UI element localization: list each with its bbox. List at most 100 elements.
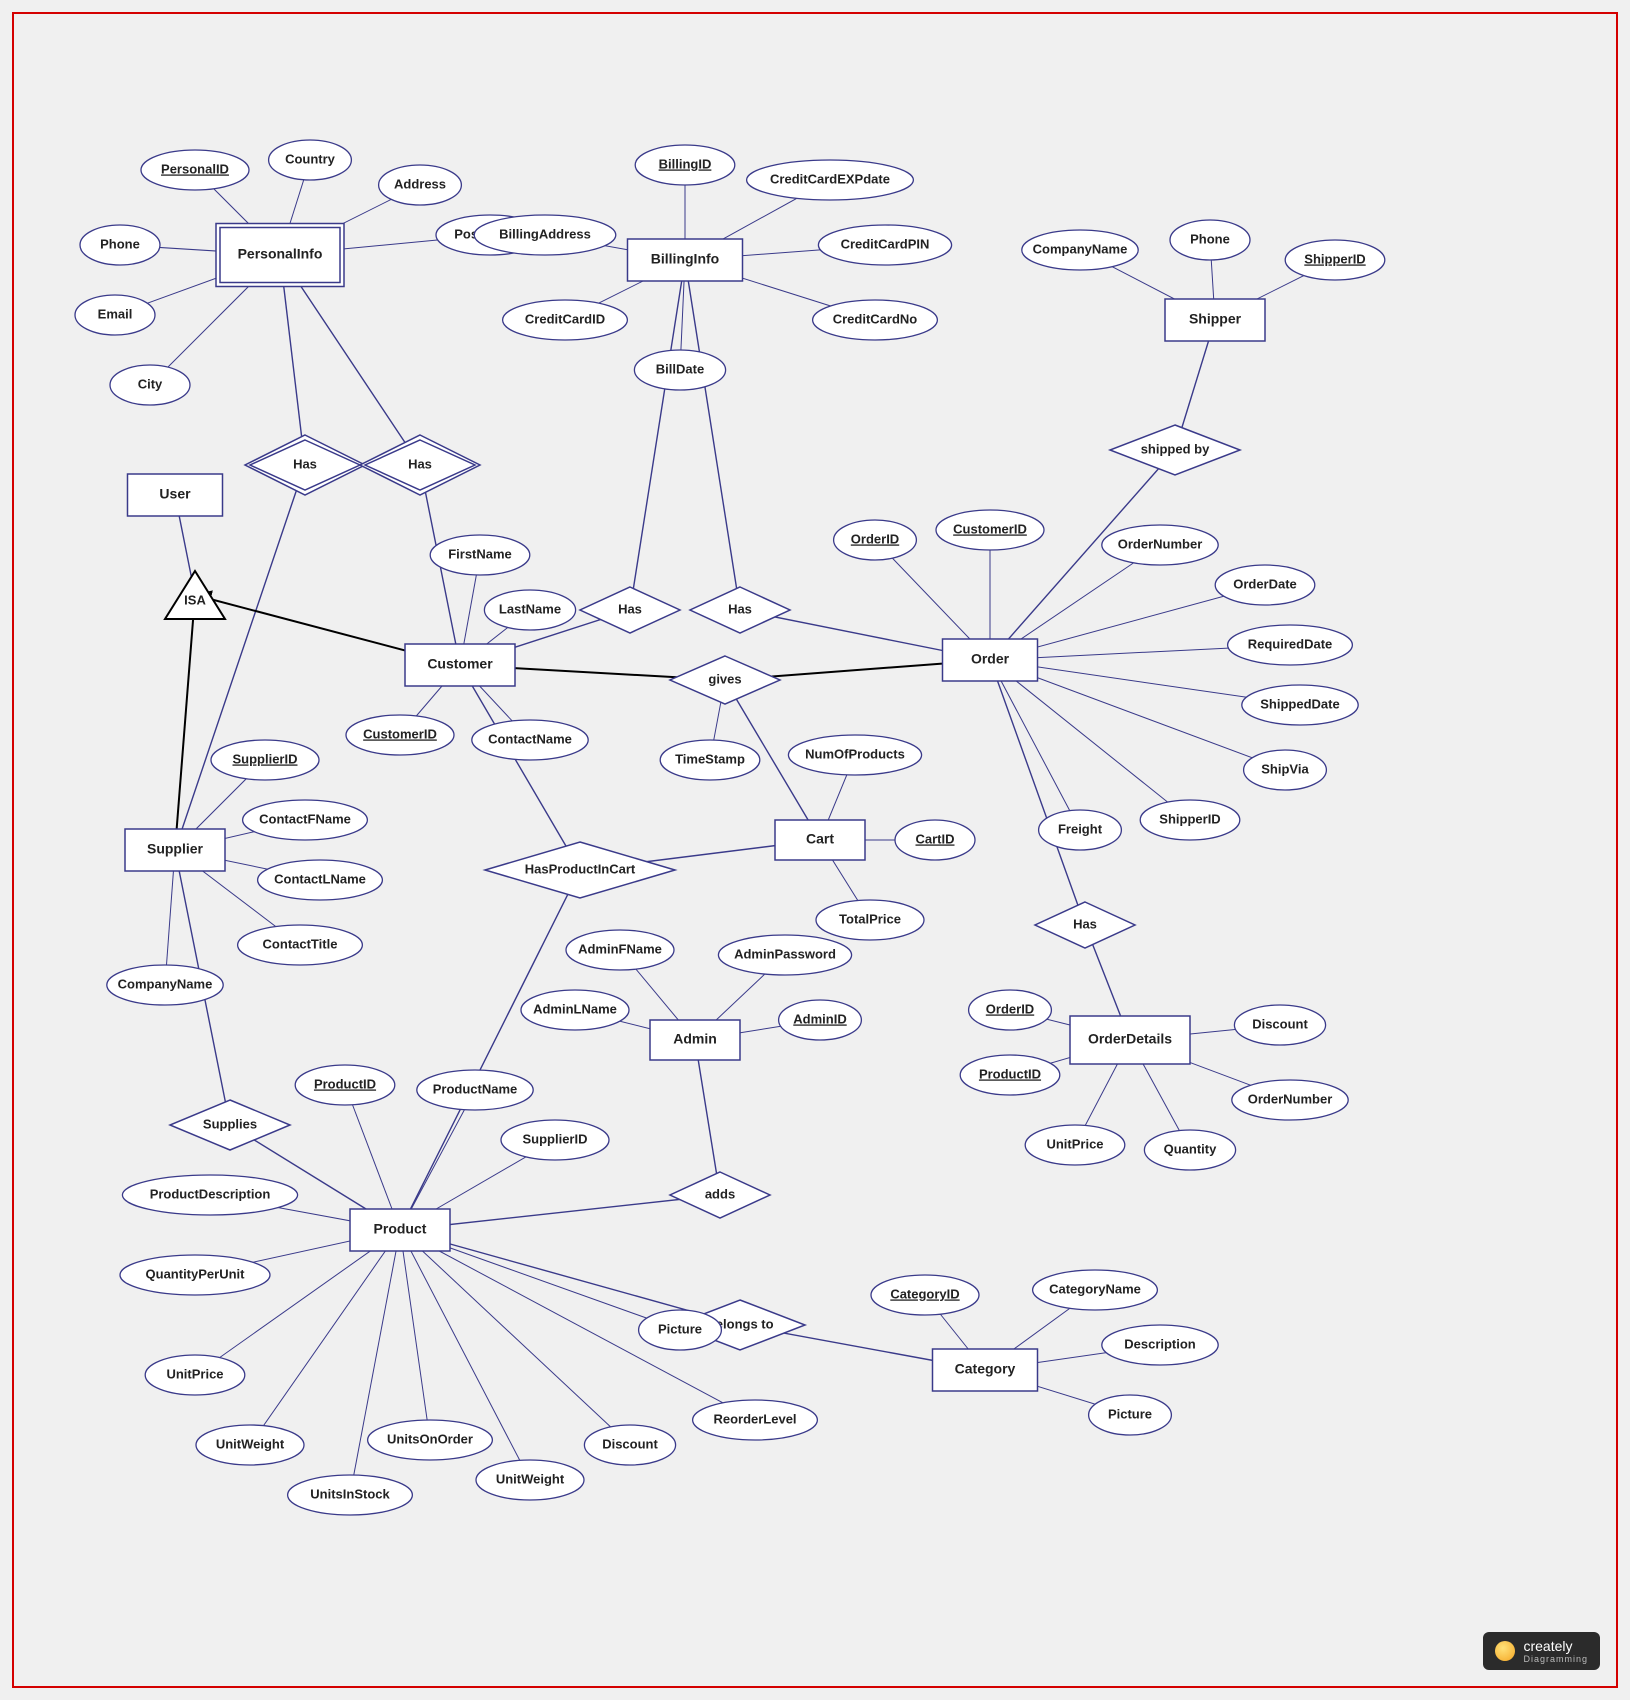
attr-edge-OR_Freight <box>990 660 1080 830</box>
attribute-BI_CreditCardNo[interactable]: CreditCardNo <box>813 300 938 340</box>
entity-Order[interactable]: Order <box>943 639 1038 681</box>
relationship-label-Has_BI_Cust: Has <box>618 601 642 616</box>
attribute-PI_Address[interactable]: Address <box>379 165 462 205</box>
attribute-CU_LastName[interactable]: LastName <box>484 590 575 630</box>
relationship-Has_PI_Cust[interactable]: Has <box>245 435 365 495</box>
entity-User[interactable]: User <box>128 474 223 516</box>
attribute-CU_CustomerID[interactable]: CustomerID <box>346 715 454 755</box>
attribute-BI_BillingID[interactable]: BillingID <box>635 145 735 185</box>
edge-Supplier-isa <box>175 595 195 850</box>
attribute-OD_Quantity[interactable]: Quantity <box>1144 1130 1235 1170</box>
attribute-OR_ShipperID[interactable]: ShipperID <box>1140 800 1240 840</box>
entity-Cart[interactable]: Cart <box>775 820 865 860</box>
relationship-adds[interactable]: adds <box>670 1172 770 1218</box>
relationship-Has_PI_Supp[interactable]: Has <box>360 435 480 495</box>
entity-Shipper[interactable]: Shipper <box>1165 299 1265 341</box>
relationship-HasProductInCart[interactable]: HasProductInCart <box>485 842 675 898</box>
attribute-PR_SupplierID[interactable]: SupplierID <box>501 1120 609 1160</box>
relationship-gives[interactable]: gives <box>670 656 780 704</box>
attribute-PI_City[interactable]: City <box>110 365 190 405</box>
entity-PersonalInfo[interactable]: PersonalInfo <box>216 224 344 287</box>
attribute-SU_ContactLName[interactable]: ContactLName <box>258 860 383 900</box>
attribute-OD_ProductID[interactable]: ProductID <box>960 1055 1060 1095</box>
attribute-BI_CreditCardEXPdate[interactable]: CreditCardEXPdate <box>747 160 914 200</box>
attribute-BI_CreditCardPIN[interactable]: CreditCardPIN <box>818 225 951 265</box>
entity-Supplier[interactable]: Supplier <box>125 829 225 871</box>
attribute-CT_CategoryID[interactable]: CategoryID <box>871 1275 979 1315</box>
attribute-SU_CompanyName[interactable]: CompanyName <box>107 965 223 1005</box>
attribute-SU_SupplierID[interactable]: SupplierID <box>211 740 319 780</box>
attribute-BI_CreditCardID[interactable]: CreditCardID <box>503 300 628 340</box>
edge-Customer-HasProductInCart <box>460 665 580 870</box>
entity-Product[interactable]: Product <box>350 1209 450 1251</box>
attribute-PR_ProductID[interactable]: ProductID <box>295 1065 395 1105</box>
attribute-SH_CompanyName[interactable]: CompanyName <box>1022 230 1138 270</box>
entity-OrderDetails[interactable]: OrderDetails <box>1070 1016 1190 1064</box>
attribute-SU_ContactFName[interactable]: ContactFName <box>243 800 368 840</box>
attribute-PR_UnitWeight[interactable]: UnitWeight <box>196 1425 304 1465</box>
attribute-OR_ShippedDate[interactable]: ShippedDate <box>1242 685 1358 725</box>
relationship-Supplies[interactable]: Supplies <box>170 1100 290 1150</box>
entity-Admin[interactable]: Admin <box>650 1020 740 1060</box>
attribute-OD_UnitPrice[interactable]: UnitPrice <box>1025 1125 1125 1165</box>
attribute-PR_UnitWeight2[interactable]: UnitWeight <box>476 1460 584 1500</box>
attribute-label-OD_UnitPrice: UnitPrice <box>1046 1136 1103 1151</box>
attribute-OD_OrderNumber[interactable]: OrderNumber <box>1232 1080 1348 1120</box>
attribute-OR_OrderNumber[interactable]: OrderNumber <box>1102 525 1218 565</box>
attribute-OD_OrderID[interactable]: OrderID <box>969 990 1052 1030</box>
attribute-OR_Freight[interactable]: Freight <box>1039 810 1122 850</box>
bulb-icon <box>1495 1641 1515 1661</box>
relationship-label-Has_BI_Order: Has <box>728 601 752 616</box>
attribute-OR_CustomerID[interactable]: CustomerID <box>936 510 1044 550</box>
attribute-CT_Description[interactable]: Description <box>1102 1325 1218 1365</box>
attribute-PI_PersonalID[interactable]: PersonalID <box>141 150 249 190</box>
attribute-OD_Discount[interactable]: Discount <box>1234 1005 1325 1045</box>
attribute-CU_ContactName[interactable]: ContactName <box>472 720 588 760</box>
attribute-PR_ProductName[interactable]: ProductName <box>417 1070 533 1110</box>
isa-triangle[interactable]: ISA <box>165 571 225 619</box>
entity-Customer[interactable]: Customer <box>405 644 515 686</box>
relationship-Has_BI_Cust[interactable]: Has <box>580 587 680 633</box>
attribute-PI_Phone[interactable]: Phone <box>80 225 160 265</box>
attribute-label-CA_TotalPrice: TotalPrice <box>839 911 901 926</box>
attribute-SH_ShipperID[interactable]: ShipperID <box>1285 240 1385 280</box>
attribute-PR_ReorderLevel[interactable]: ReorderLevel <box>693 1400 818 1440</box>
attribute-PR_ProductDescription[interactable]: ProductDescription <box>122 1175 297 1215</box>
attribute-AD_AdminLName[interactable]: AdminLName <box>521 990 629 1030</box>
attribute-BI_BillingAddress[interactable]: BillingAddress <box>474 215 616 255</box>
attribute-PR_QuantityPerUnit[interactable]: QuantityPerUnit <box>120 1255 270 1295</box>
attribute-SU_ContactTitle[interactable]: ContactTitle <box>238 925 363 965</box>
attribute-BI_BillDate[interactable]: BillDate <box>634 350 725 390</box>
attribute-AD_AdminPassword[interactable]: AdminPassword <box>718 935 851 975</box>
attribute-CA_TotalPrice[interactable]: TotalPrice <box>816 900 924 940</box>
attribute-OR_RequiredDate[interactable]: RequiredDate <box>1228 625 1353 665</box>
attribute-PI_Email[interactable]: Email <box>75 295 155 335</box>
attribute-PR_UnitsInStock[interactable]: UnitsInStock <box>288 1475 413 1515</box>
attribute-PR_UnitPrice[interactable]: UnitPrice <box>145 1355 245 1395</box>
attribute-PR_Discount[interactable]: Discount <box>584 1425 675 1465</box>
relationship-shipped_by[interactable]: shipped by <box>1110 425 1240 475</box>
relationship-Has_BI_Order[interactable]: Has <box>690 587 790 633</box>
attribute-CA_CartID[interactable]: CartID <box>895 820 975 860</box>
attribute-OR_ShipVia[interactable]: ShipVia <box>1244 750 1327 790</box>
entity-Category[interactable]: Category <box>933 1349 1038 1391</box>
attribute-CU_FirstName[interactable]: FirstName <box>430 535 530 575</box>
attribute-PR_UnitsOnOrder[interactable]: UnitsOnOrder <box>368 1420 493 1460</box>
attribute-CT_Picture[interactable]: Picture <box>1089 1395 1172 1435</box>
attribute-PR_Picture[interactable]: Picture <box>639 1310 722 1350</box>
attribute-SH_Phone[interactable]: Phone <box>1170 220 1250 260</box>
attribute-CT_CategoryName[interactable]: CategoryName <box>1033 1270 1158 1310</box>
attribute-CA_NumOfProducts[interactable]: NumOfProducts <box>788 735 921 775</box>
entity-BillingInfo[interactable]: BillingInfo <box>628 239 743 281</box>
attribute-PI_Country[interactable]: Country <box>269 140 352 180</box>
attribute-AD_AdminID[interactable]: AdminID <box>779 1000 862 1040</box>
relationship-Has_Order_OD[interactable]: Has <box>1035 902 1135 948</box>
attribute-OR_OrderDate[interactable]: OrderDate <box>1215 565 1315 605</box>
er-diagram-svg: PersonalInfo BillingInfo Shipper User Custom… <box>0 0 1630 1700</box>
attribute-AD_AdminFName[interactable]: AdminFName <box>566 930 674 970</box>
attribute-GV_TimeStamp[interactable]: TimeStamp <box>660 740 760 780</box>
relationship-label-Has_Order_OD: Has <box>1073 916 1097 931</box>
attribute-OR_OrderID[interactable]: OrderID <box>834 520 917 560</box>
attribute-label-OD_OrderNumber: OrderNumber <box>1248 1091 1333 1106</box>
attribute-label-OR_OrderNumber: OrderNumber <box>1118 536 1203 551</box>
